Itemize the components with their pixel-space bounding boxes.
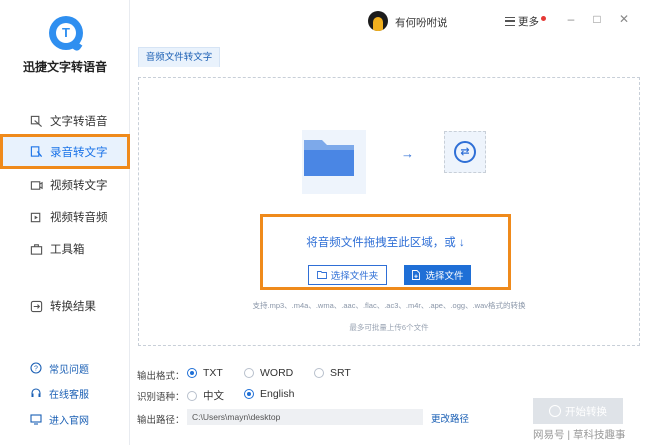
help-item-online-service[interactable]: 在线客服 (0, 382, 130, 404)
help-item-faq[interactable]: ? 常见问题 (0, 357, 130, 379)
sidebar-item-video-to-text[interactable]: 视频转文字 (0, 170, 130, 200)
headset-icon (30, 387, 42, 399)
upload-actions: 将音频文件拖拽至此区域，或 ↓ 选择文件夹 选择文件 (260, 214, 511, 290)
radio-unchecked-icon (187, 390, 197, 401)
help-item-label: 常见问题 (49, 364, 89, 376)
folder-icon (304, 140, 354, 176)
arrow-right-icon: → (401, 146, 414, 161)
website-icon (30, 413, 42, 425)
radio-checked-icon (187, 368, 197, 378)
sidebar-item-label: 视频转文字 (50, 180, 108, 192)
sidebar-item-video-to-audio[interactable]: 视频转音频 (0, 202, 130, 232)
faq-icon: ? (30, 362, 42, 374)
play-circle-icon (549, 405, 561, 417)
app-name: 迅捷文字转语音 (22, 60, 107, 74)
output-format-label: 输出格式： (137, 371, 185, 382)
output-path-label: 输出路径： (137, 415, 185, 426)
sidebar-item-label: 录音转文字 (50, 146, 108, 159)
help-item-label: 在线客服 (49, 389, 89, 401)
upload-limit: 最多可批量上传6个文件 (349, 323, 429, 332)
sidebar-item-label: 转换结果 (50, 301, 96, 313)
language-radio-chinese[interactable]: 中文 (187, 388, 224, 403)
avatar[interactable] (368, 11, 388, 31)
help-item-label: 进入官网 (49, 415, 89, 427)
title-bar: 有何吩咐说 更多 – □ ✕ (130, 0, 650, 42)
convert-icon: ⇄ (454, 141, 476, 163)
radio-checked-icon (244, 389, 254, 399)
sidebar-item-label: 视频转音频 (50, 212, 108, 224)
start-convert-button[interactable]: 开始转换 (533, 398, 623, 424)
sidebar-item-toolbox[interactable]: 工具箱 (0, 234, 130, 264)
svg-text:?: ? (34, 366, 38, 373)
sidebar-item-text-to-speech[interactable]: 文字转语音 (0, 106, 130, 136)
record-to-text-icon (30, 145, 43, 158)
sidebar-item-label: 文字转语音 (50, 116, 108, 128)
maximize-button[interactable]: □ (590, 12, 604, 26)
sidebar-item-label: 工具箱 (50, 244, 85, 256)
tab-audio-to-text[interactable]: 音频文件转文字 (138, 47, 220, 67)
drop-prompt: 将音频文件拖拽至此区域，或 ↓ (306, 237, 465, 249)
close-button[interactable]: ✕ (617, 12, 631, 26)
sidebar-item-record-to-text[interactable]: 录音转文字 (0, 134, 130, 169)
folder-outline-icon (316, 270, 327, 280)
drop-zone[interactable]: → ⇄ 将音频文件拖拽至此区域，或 ↓ 选择文件夹 选择文件 支持.mp3、.m… (138, 77, 640, 346)
change-path-link[interactable]: 更改路径 (431, 411, 469, 425)
radio-unchecked-icon (314, 368, 324, 378)
menu-icon (505, 17, 515, 26)
text-to-speech-icon (30, 115, 43, 128)
help-item-website[interactable]: 进入官网 (0, 408, 130, 430)
format-radio-word[interactable]: WORD (244, 367, 293, 379)
app-logo-icon: T (49, 16, 83, 53)
radio-unchecked-icon (244, 368, 254, 378)
more-menu-button[interactable]: 更多 (505, 14, 546, 29)
video-to-audio-icon (30, 211, 43, 224)
notification-dot (541, 16, 546, 21)
username[interactable]: 有何吩咐说 (395, 15, 448, 30)
output-path-input[interactable] (187, 409, 423, 425)
video-to-text-icon (30, 179, 43, 192)
minimize-button[interactable]: – (564, 12, 578, 26)
sidebar-item-results[interactable]: 转换结果 (0, 291, 130, 321)
toolbox-icon (30, 243, 43, 256)
convert-box: ⇄ (444, 131, 486, 173)
select-folder-button[interactable]: 选择文件夹 (308, 265, 387, 285)
select-file-button[interactable]: 选择文件 (404, 265, 471, 285)
format-radio-srt[interactable]: SRT (314, 367, 351, 379)
sidebar: T 迅捷文字转语音 文字转语音 录音转文字 视频转文字 视频转音频 工具箱 转换… (0, 0, 130, 445)
file-plus-icon (411, 270, 421, 280)
format-radio-txt[interactable]: TXT (187, 367, 223, 379)
language-radio-english[interactable]: English (244, 388, 294, 400)
results-icon (30, 300, 43, 313)
language-label: 识别语种： (137, 392, 185, 403)
watermark: 网易号 | 草科技趣事 (533, 429, 626, 441)
supported-formats: 支持.mp3、.m4a、.wma、.aac、.flac、.ac3、.m4r、.a… (252, 301, 526, 310)
